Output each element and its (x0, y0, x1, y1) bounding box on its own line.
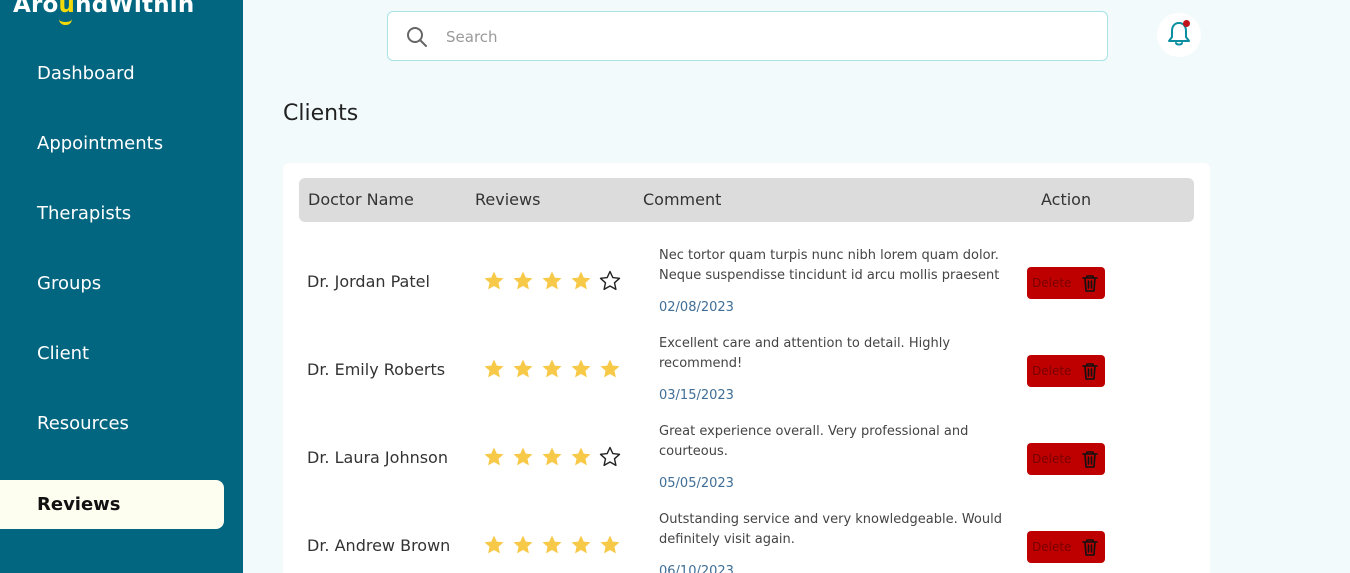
review-date: 03/15/2023 (659, 388, 734, 403)
star-filled-icon (484, 271, 504, 290)
header-doctor-name: Doctor Name (308, 190, 414, 209)
star-rating (483, 534, 621, 556)
sidebar-item-groups[interactable]: Groups (37, 273, 101, 294)
trash-icon (1082, 363, 1098, 380)
notification-dot (1183, 20, 1190, 27)
star-rating (483, 270, 621, 292)
star-filled-icon (571, 447, 591, 466)
delete-label: Delete (1032, 364, 1072, 378)
header-comment: Comment (643, 190, 722, 209)
logo-text-suffix: ndWithin (75, 0, 195, 18)
sidebar-item-reviews[interactable]: Reviews (0, 480, 224, 529)
delete-label: Delete (1032, 452, 1072, 466)
table-row: Dr. Jordan Patel Nec tortor quam turpis n… (283, 236, 1210, 324)
page-title: Clients (283, 101, 359, 126)
review-date: 06/10/2023 (659, 564, 734, 573)
delete-label: Delete (1032, 540, 1072, 554)
review-comment: Excellent care and attention to detail. … (659, 336, 951, 371)
star-filled-icon (542, 535, 562, 554)
reviews-table: Doctor Name Reviews Comment Action Dr. J… (283, 163, 1210, 573)
search-bar (387, 11, 1108, 61)
star-filled-icon (513, 535, 533, 554)
star-filled-icon (513, 447, 533, 466)
trash-icon (1082, 275, 1098, 292)
logo-smile-icon (59, 19, 72, 25)
star-empty-icon (599, 270, 621, 291)
star-filled-icon (484, 359, 504, 378)
star-filled-icon (600, 359, 620, 378)
star-filled-icon (542, 447, 562, 466)
table-row: Dr. Andrew Brown Outstanding service and … (283, 500, 1210, 573)
star-filled-icon (513, 271, 533, 290)
doctor-name: Dr. Jordan Patel (307, 272, 430, 291)
star-empty-icon (599, 446, 621, 467)
trash-icon (1082, 539, 1098, 556)
review-comment: Nec tortor quam turpis nunc nibh lorem q… (659, 248, 1000, 283)
delete-button[interactable]: Delete (1027, 531, 1105, 563)
trash-icon (1082, 451, 1098, 468)
table-row: Dr. Laura Johnson Great experience overal… (283, 412, 1210, 500)
star-filled-icon (484, 535, 504, 554)
header-reviews: Reviews (475, 190, 541, 209)
table-row: Dr. Emily Roberts Excellent care and atte… (283, 324, 1210, 412)
notifications-button[interactable] (1157, 13, 1201, 57)
search-icon (407, 27, 427, 47)
star-filled-icon (571, 271, 591, 290)
star-filled-icon (542, 359, 562, 378)
sidebar-item-dashboard[interactable]: Dashboard (37, 63, 135, 84)
sidebar-item-resources[interactable]: Resources (37, 413, 129, 434)
delete-button[interactable]: Delete (1027, 355, 1105, 387)
review-date: 05/05/2023 (659, 476, 734, 491)
logo-text-prefix: Aro (13, 0, 59, 18)
star-filled-icon (513, 359, 533, 378)
search-input[interactable] (446, 24, 1086, 50)
star-filled-icon (571, 535, 591, 554)
star-filled-icon (542, 271, 562, 290)
star-filled-icon (600, 535, 620, 554)
doctor-name: Dr. Emily Roberts (307, 360, 446, 379)
sidebar-item-therapists[interactable]: Therapists (37, 203, 131, 224)
app-logo[interactable]: AroundWithin (13, 0, 195, 25)
sidebar: AroundWithin Dashboard Appointments Ther… (0, 0, 243, 573)
logo-text-accent: u (58, 0, 76, 18)
doctor-name: Dr. Laura Johnson (307, 448, 448, 467)
star-rating (483, 358, 621, 380)
review-comment: Great experience overall. Very professio… (659, 424, 969, 459)
review-date: 02/08/2023 (659, 300, 734, 315)
sidebar-item-client[interactable]: Client (37, 343, 89, 364)
sidebar-item-appointments[interactable]: Appointments (37, 133, 163, 154)
delete-label: Delete (1032, 276, 1072, 290)
doctor-name: Dr. Andrew Brown (307, 536, 451, 555)
star-filled-icon (571, 359, 591, 378)
delete-button[interactable]: Delete (1027, 267, 1105, 299)
star-rating (483, 446, 621, 468)
header-action: Action (1041, 190, 1092, 209)
delete-button[interactable]: Delete (1027, 443, 1105, 475)
table-header: Doctor Name Reviews Comment Action (299, 178, 1194, 222)
review-comment: Outstanding service and very knowledgeab… (659, 512, 1002, 547)
star-filled-icon (484, 447, 504, 466)
